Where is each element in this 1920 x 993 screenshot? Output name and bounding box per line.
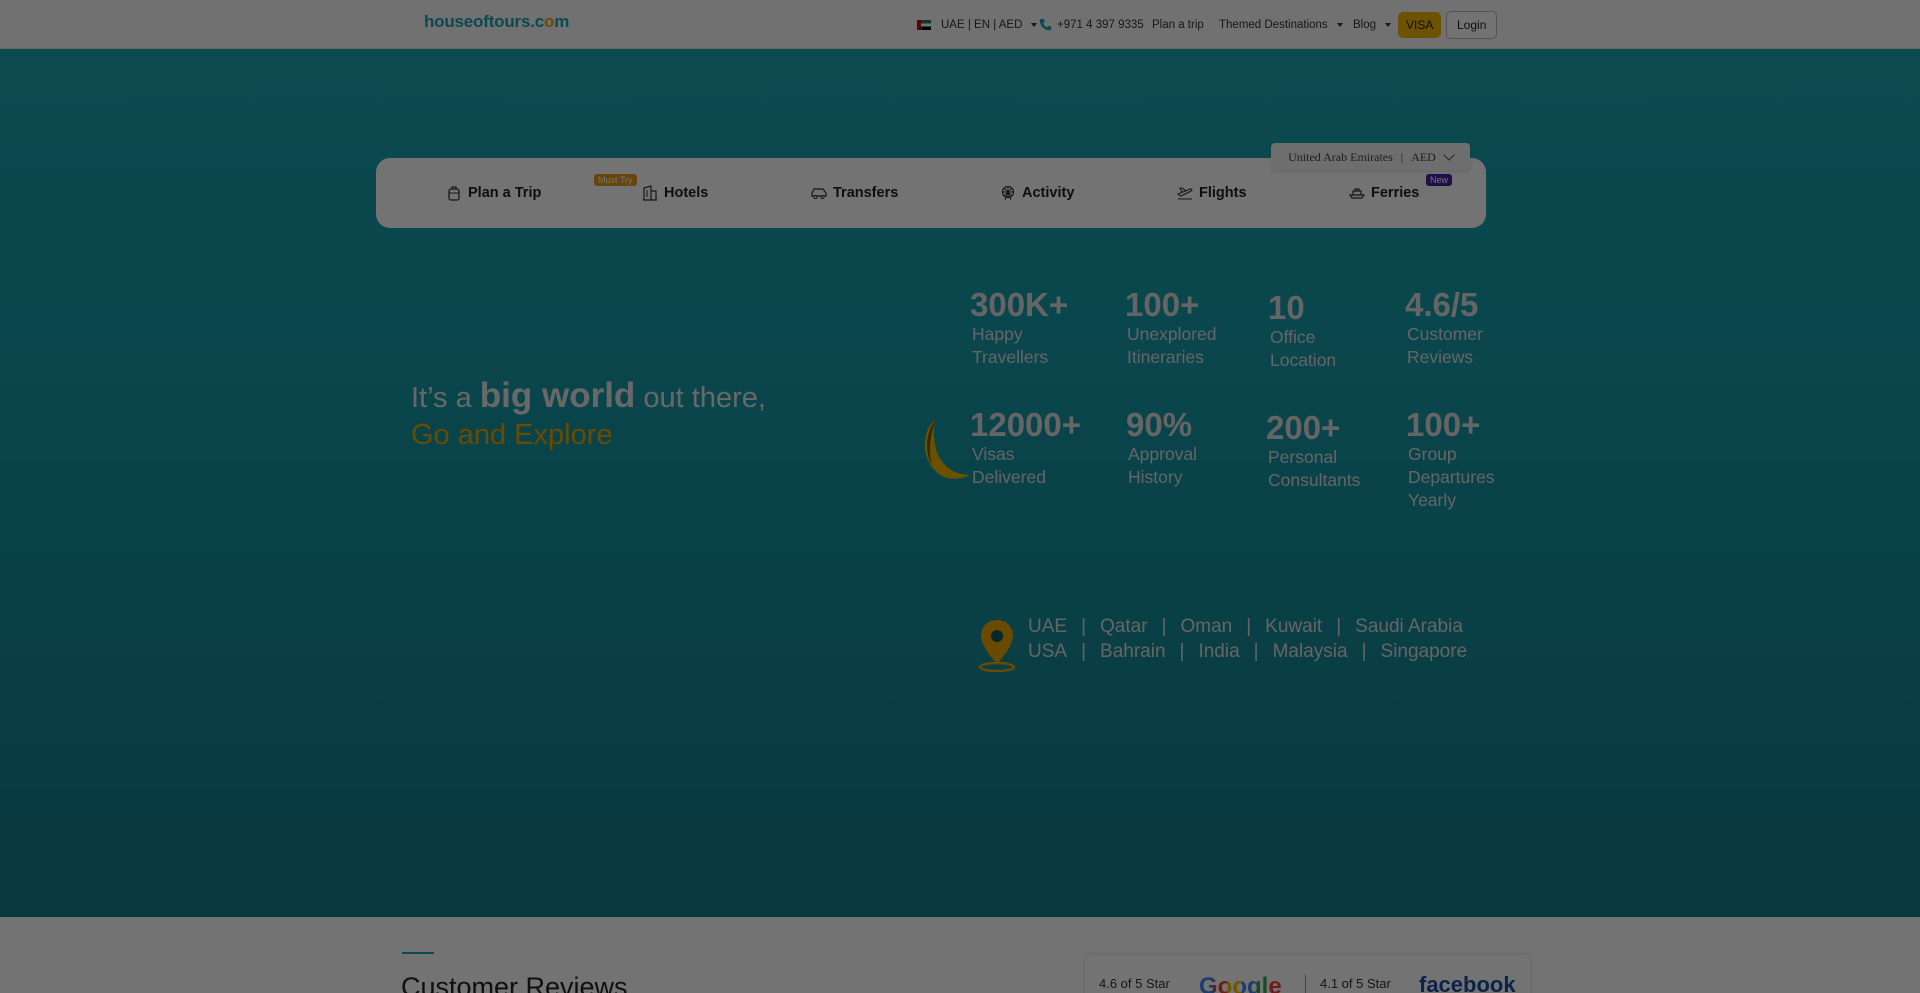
tab-transfers[interactable]: Transfers [811,158,898,228]
must-try-badge: Must Try [594,174,637,186]
car-icon [811,188,827,199]
reviews-title: Customer Reviews [401,972,628,993]
tab-activity[interactable]: Activity [1000,158,1074,228]
stat-group-departures: 100+ Group Departures Yearly [1406,406,1495,511]
uae-flag-icon [917,19,931,30]
login-button[interactable]: Login [1446,10,1498,39]
visa-button[interactable]: VISA [1398,11,1442,38]
stat-customer-reviews: 4.6/5 Customer Reviews [1405,286,1483,368]
phone-link[interactable]: +971 4 397 9335 [1039,0,1144,49]
tab-plan-a-trip[interactable]: Plan a Trip Must Try [446,158,637,228]
phone-icon [1039,18,1052,31]
new-badge: New [1426,174,1453,186]
facebook-rating: 4.1 of 5 Star [1320,976,1391,991]
stat-itineraries: 100+ Unexplored Itineraries [1125,286,1217,368]
caret-down-icon [1336,22,1343,27]
crescent-moon-icon [924,419,970,479]
stat-visas-delivered: 12000+ Visas Delivered [970,406,1082,488]
facebook-logo[interactable]: facebook [1419,972,1516,993]
reviews-section [0,917,1920,993]
section-accent-line [402,952,434,954]
caret-down-icon [1385,22,1392,27]
page: houseoftours.com UAE | EN | AED +971 4 3… [0,0,1920,993]
ferris-wheel-icon [1001,185,1015,201]
luggage-icon [448,186,460,201]
top-navbar: houseoftours.com UAE | EN | AED +971 4 3… [0,0,1920,49]
stat-office-location: 10 Office Location [1268,289,1337,371]
hero-headline: It’s a big world out there, [411,376,766,415]
locations-row-1: UAE | Qatar | Oman | Kuwait | Saudi Arabia [1028,616,1463,637]
google-rating: 4.6 of 5 Star [1099,976,1170,991]
locations-row-2: USA | Bahrain | India | Malaysia | Singapore [1028,641,1468,662]
tab-hotels[interactable]: Hotels [642,158,708,228]
nav-themed-destinations[interactable]: Themed Destinations [1219,0,1343,49]
airplane-icon [1177,187,1193,200]
tab-ferries[interactable]: Ferries New [1349,158,1453,228]
stat-personal-consultants: 200+ Personal Consultants [1266,409,1361,491]
tab-flights[interactable]: Flights [1177,158,1247,228]
nav-plan-trip[interactable]: Plan a trip [1152,0,1204,49]
hotel-building-icon [643,185,657,201]
caret-down-icon [1031,22,1038,27]
stat-approval-history: 90% Approval History [1126,406,1198,488]
service-tabs: Plan a Trip Must Try Hotels Transfers Ac… [376,158,1486,228]
location-pin-icon [978,620,1016,672]
locale-selector[interactable]: UAE | EN | AED [917,0,1038,49]
rating-divider [1305,975,1306,993]
ferry-icon [1349,188,1365,199]
site-logo[interactable]: houseoftours.com [424,12,569,32]
hero-tagline: Go and Explore [411,419,613,451]
google-logo[interactable]: Google [1199,973,1282,993]
stat-happy-travellers: 300K+ Happy Travellers [970,286,1069,368]
nav-blog[interactable]: Blog [1353,0,1392,49]
